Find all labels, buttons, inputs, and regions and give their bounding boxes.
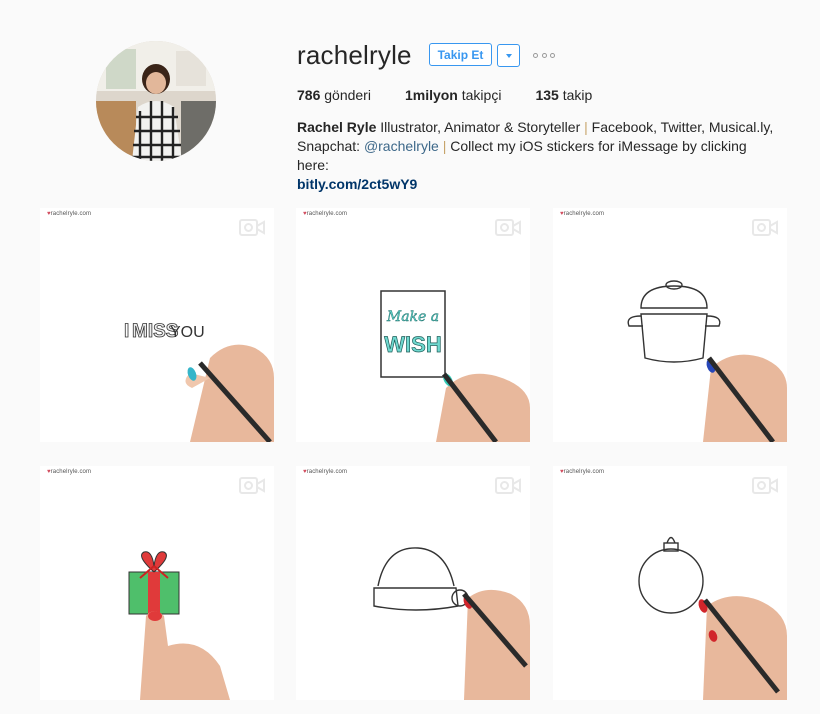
post-watermark: ♥rachelryle.com <box>560 211 605 217</box>
drawing-text: I <box>124 321 129 342</box>
following-stat[interactable]: 135 takip <box>535 87 592 103</box>
dot-icon <box>541 52 547 58</box>
suggestions-dropdown-button[interactable] <box>497 44 520 67</box>
post-watermark: ♥rachelryle.com <box>303 211 348 217</box>
profile-full-name: Rachel Ryle <box>297 119 377 135</box>
profile-stats: 786 gönderi 1milyon takipçi 135 takip <box>297 87 626 103</box>
drawing-ornament <box>638 536 787 700</box>
post-thumbnail[interactable]: ♥rachelryle.com Make a WISH <box>296 208 530 442</box>
bio-text: Facebook, Twitter, Musical.ly, <box>587 119 774 135</box>
post-watermark: ♥rachelryle.com <box>47 211 92 217</box>
followers-stat[interactable]: 1milyon takipçi <box>405 87 501 103</box>
post-thumbnail[interactable]: ♥rachelryle.com <box>40 466 274 700</box>
drawing-santa-hat <box>373 547 530 700</box>
post-thumbnail[interactable]: ♥rachelryle.com <box>553 208 787 442</box>
video-icon <box>239 219 265 236</box>
bio-external-link[interactable]: bitly.com/2ct5wY9 <box>297 175 777 194</box>
posts-stat: 786 gönderi <box>297 87 371 103</box>
drawing-gift <box>128 551 230 700</box>
video-icon <box>239 477 265 494</box>
profile-avatar[interactable] <box>96 41 216 161</box>
video-icon <box>752 219 778 236</box>
following-count[interactable]: 135 <box>535 87 558 103</box>
more-options-button[interactable] <box>533 48 555 62</box>
post-watermark: ♥rachelryle.com <box>303 469 348 475</box>
posts-label: gönderi <box>324 87 371 103</box>
following-label[interactable]: takip <box>563 87 593 103</box>
drawing-text: YOU <box>170 324 205 341</box>
drawing-pot <box>627 280 787 442</box>
bio-mention-link[interactable]: @rachelryle <box>364 138 439 154</box>
followers-label[interactable]: takipçi <box>462 87 502 103</box>
video-icon <box>495 219 521 236</box>
avatar-photo <box>96 41 216 161</box>
post-watermark: ♥rachelryle.com <box>47 469 92 475</box>
profile-bio: Rachel Ryle Illustrator, Animator & Stor… <box>297 118 777 194</box>
post-watermark: ♥rachelryle.com <box>560 469 605 475</box>
posts-count: 786 <box>297 87 321 103</box>
bio-separator: | <box>438 138 451 154</box>
post-thumbnail[interactable]: ♥rachelryle.com <box>553 466 787 700</box>
drawing-make-a-wish: Make a WISH <box>380 290 530 442</box>
video-icon <box>495 477 521 494</box>
bio-text: Illustrator, Animator & Storyteller <box>376 119 585 135</box>
post-thumbnail[interactable]: ♥rachelryle.com I MISS YOU <box>40 208 274 442</box>
follow-button[interactable]: Takip Et <box>429 43 492 66</box>
bio-text: Snapchat: <box>297 138 364 154</box>
drawing-text: WISH <box>384 332 441 357</box>
drawing-i-miss-you: I MISS YOU <box>124 321 274 442</box>
chevron-down-icon <box>505 53 512 58</box>
dot-icon <box>550 52 555 58</box>
post-thumbnail[interactable]: ♥rachelryle.com <box>296 466 530 700</box>
drawing-text: Make a <box>386 309 439 325</box>
dot-icon <box>533 52 538 58</box>
followers-count[interactable]: 1milyon <box>405 87 458 103</box>
profile-username: rachelryle <box>297 40 412 70</box>
video-icon <box>752 477 778 494</box>
